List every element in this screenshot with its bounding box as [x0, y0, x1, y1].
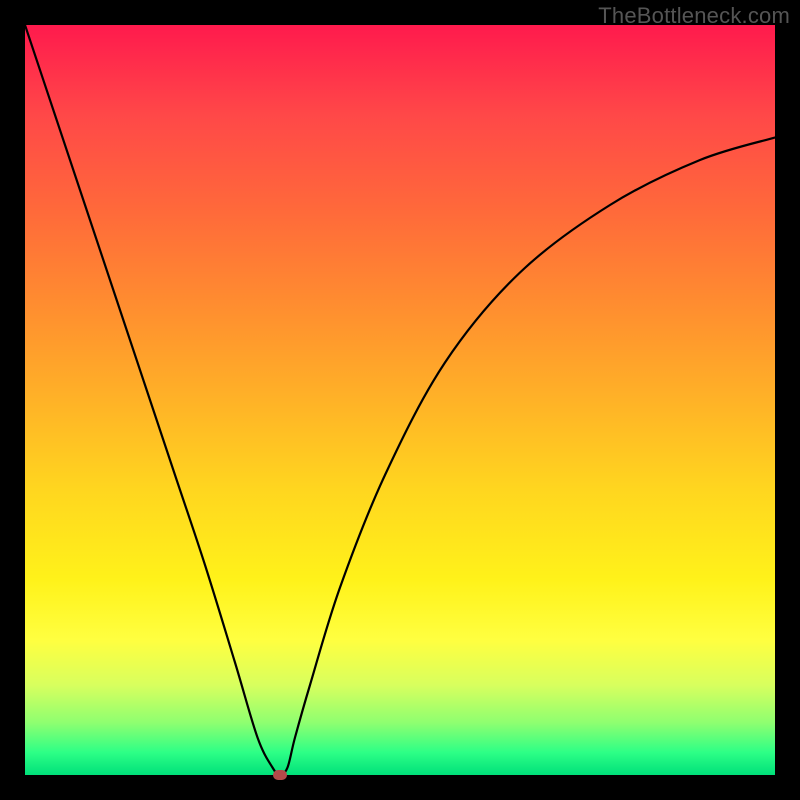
watermark-text: TheBottleneck.com: [598, 3, 790, 29]
plot-area: [25, 25, 775, 775]
bottleneck-curve: [25, 25, 775, 775]
optimum-marker: [273, 770, 287, 780]
chart-frame: TheBottleneck.com: [0, 0, 800, 800]
